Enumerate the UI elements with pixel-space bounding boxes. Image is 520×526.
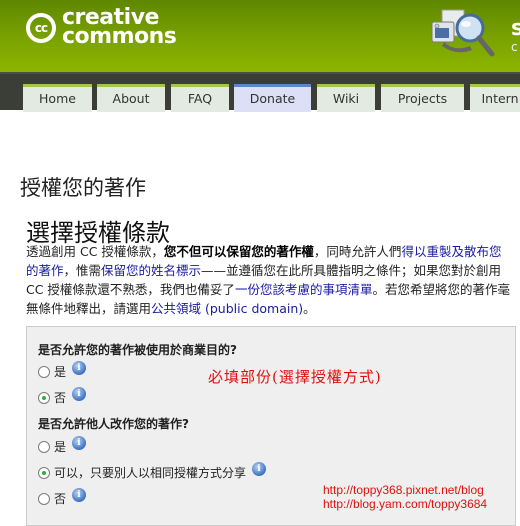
public-domain-link[interactable]: 公共領域 (public domain) <box>151 301 303 316</box>
creative-commons-logo[interactable]: cc creative commons <box>26 7 201 54</box>
option-label: 是 <box>54 440 67 454</box>
info-icon[interactable]: i <box>72 360 87 375</box>
tab-donate[interactable]: Donate <box>234 84 311 112</box>
search-brand-text: s <box>511 16 520 41</box>
option-label: 否 <box>54 492 67 506</box>
derivatives-sharealike-radio[interactable] <box>38 466 50 479</box>
commercial-yes-radio[interactable] <box>38 365 50 378</box>
derivatives-yes-option[interactable]: 是 i <box>38 435 87 455</box>
attribution-link[interactable]: 保留您的姓名標示 <box>101 263 201 278</box>
tab-international[interactable]: Intern <box>470 84 520 112</box>
required-annotation: 必填部份(選擇授權方式) <box>208 368 382 386</box>
derivatives-no-option[interactable]: 否 i <box>38 487 87 507</box>
option-label: 是 <box>54 365 67 379</box>
search-brand-subtext: c <box>511 40 518 54</box>
tab-faq[interactable]: FAQ <box>171 84 229 112</box>
info-icon[interactable]: i <box>72 386 87 401</box>
commercial-no-option[interactable]: 否 i <box>38 386 87 406</box>
commercial-no-radio[interactable] <box>38 391 50 404</box>
site-header: cc creative commons s c <box>0 0 520 72</box>
watermark-url-1: http://toppy368.pixnet.net/blog <box>323 483 484 497</box>
logo-line-2: commons <box>62 24 177 49</box>
option-label: 可以，只要別人以相同授權方式分享 <box>54 466 247 480</box>
intro-paragraph: 透過創用 CC 授權條款，您不但可以保留您的著作權，同時允許人們得以重製及散布您… <box>26 244 510 316</box>
commercial-yes-option[interactable]: 是 i <box>38 360 87 380</box>
commercial-use-question: 是否允許您的著作被使用於商業目的? <box>38 343 237 357</box>
tab-wiki[interactable]: Wiki <box>317 84 375 112</box>
tab-projects[interactable]: Projects <box>381 84 464 112</box>
info-icon[interactable]: i <box>72 487 87 502</box>
option-label: 否 <box>54 391 67 405</box>
info-icon[interactable]: i <box>252 461 267 476</box>
derivatives-question: 是否允許他人改作您的著作? <box>38 417 189 431</box>
tab-about[interactable]: About <box>97 84 165 112</box>
tab-home[interactable]: Home <box>23 84 92 112</box>
derivatives-sharealike-option[interactable]: 可以，只要別人以相同授權方式分享 i <box>38 461 267 481</box>
cc-logo-icon: cc <box>26 13 56 43</box>
copyright-emphasis: 您不但可以保留您的著作權 <box>163 244 314 259</box>
logo-wordmark: creative commons <box>62 7 177 49</box>
search-magnifier-icon[interactable] <box>430 6 500 60</box>
main-nav: Home About FAQ Donate Wiki Projects Inte… <box>0 72 520 112</box>
derivatives-yes-radio[interactable] <box>38 440 50 453</box>
derivatives-no-radio[interactable] <box>38 492 50 505</box>
considerations-link[interactable]: 一份您該考慮的事項清單 <box>235 282 373 297</box>
page-title: 授權您的著作 <box>20 176 146 200</box>
watermark-url-2: http://blog.yam.com/toppy3684 <box>323 497 488 511</box>
info-icon[interactable]: i <box>72 435 87 450</box>
